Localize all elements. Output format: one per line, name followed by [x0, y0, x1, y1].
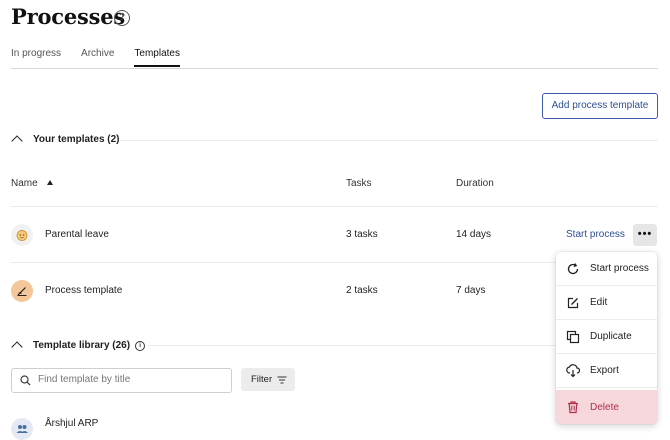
- add-process-template-button[interactable]: Add process template: [542, 93, 658, 119]
- search-icon: [20, 375, 31, 386]
- start-process-link[interactable]: Start process: [566, 229, 625, 240]
- your-templates-heading: Your templates (2): [33, 134, 120, 145]
- people-icon: [11, 418, 33, 440]
- more-dots-icon: •••: [637, 228, 653, 240]
- page-title: Processes: [11, 4, 126, 29]
- template-duration: 14 days: [456, 229, 492, 240]
- signature-pen-icon: [11, 280, 33, 302]
- menu-item-export[interactable]: Export: [556, 354, 657, 388]
- menu-item-delete[interactable]: Delete: [556, 390, 657, 424]
- tab-bar: In progress Archive Templates: [11, 48, 200, 67]
- section-divider: [120, 140, 658, 141]
- export-icon: [556, 363, 590, 378]
- baby-face-icon: [11, 224, 33, 246]
- template-context-menu: Start process Edit Duplicate Export Dele…: [556, 252, 657, 424]
- menu-item-start-process[interactable]: Start process: [556, 252, 657, 286]
- column-header-tasks: Tasks: [346, 178, 372, 189]
- template-search-input[interactable]: [36, 373, 225, 386]
- menu-item-label: Delete: [590, 401, 619, 413]
- column-header-duration: Duration: [456, 178, 494, 189]
- tab-archive[interactable]: Archive: [81, 48, 114, 67]
- template-tasks: 2 tasks: [346, 285, 378, 296]
- column-header-name-label: Name: [11, 178, 38, 189]
- sort-ascending-icon: [46, 180, 53, 185]
- template-name[interactable]: Process template: [45, 285, 122, 296]
- filter-lines-icon: [277, 376, 287, 384]
- menu-item-edit[interactable]: Edit: [556, 286, 657, 320]
- menu-item-label: Edit: [590, 297, 608, 308]
- column-header-name[interactable]: Name: [11, 178, 53, 189]
- tabs-divider: [11, 68, 658, 69]
- template-tasks: 3 tasks: [346, 229, 378, 240]
- question-circle-icon[interactable]: ?: [114, 10, 130, 26]
- menu-item-label: Export: [590, 365, 619, 376]
- template-library-heading: Template library (26): [33, 340, 131, 351]
- chevron-up-icon: [11, 135, 23, 147]
- refresh-icon: [556, 262, 590, 276]
- tab-in-progress[interactable]: In progress: [11, 48, 61, 67]
- trash-icon: [556, 400, 590, 414]
- template-search-field[interactable]: [11, 368, 232, 393]
- more-options-button[interactable]: •••: [633, 224, 657, 246]
- chevron-up-icon: [11, 341, 23, 353]
- menu-item-label: Start process: [590, 263, 649, 274]
- template-duration: 7 days: [456, 285, 486, 296]
- template-name[interactable]: Parental leave: [45, 229, 109, 240]
- edit-icon: [556, 296, 590, 310]
- filter-button[interactable]: Filter: [241, 368, 295, 391]
- menu-item-duplicate[interactable]: Duplicate: [556, 320, 657, 354]
- tab-templates[interactable]: Templates: [134, 48, 180, 67]
- library-template-name[interactable]: Årshjul ARP: [45, 418, 98, 429]
- row-divider: [11, 262, 556, 263]
- duplicate-icon: [556, 330, 590, 344]
- template-library-section-toggle[interactable]: Template library (26) i: [11, 340, 146, 353]
- row-divider: [11, 206, 658, 207]
- your-templates-section-toggle[interactable]: Your templates (2): [11, 134, 120, 147]
- menu-item-label: Duplicate: [590, 331, 632, 342]
- section-divider: [148, 345, 556, 346]
- info-icon[interactable]: i: [135, 340, 146, 351]
- filter-label: Filter: [251, 374, 273, 385]
